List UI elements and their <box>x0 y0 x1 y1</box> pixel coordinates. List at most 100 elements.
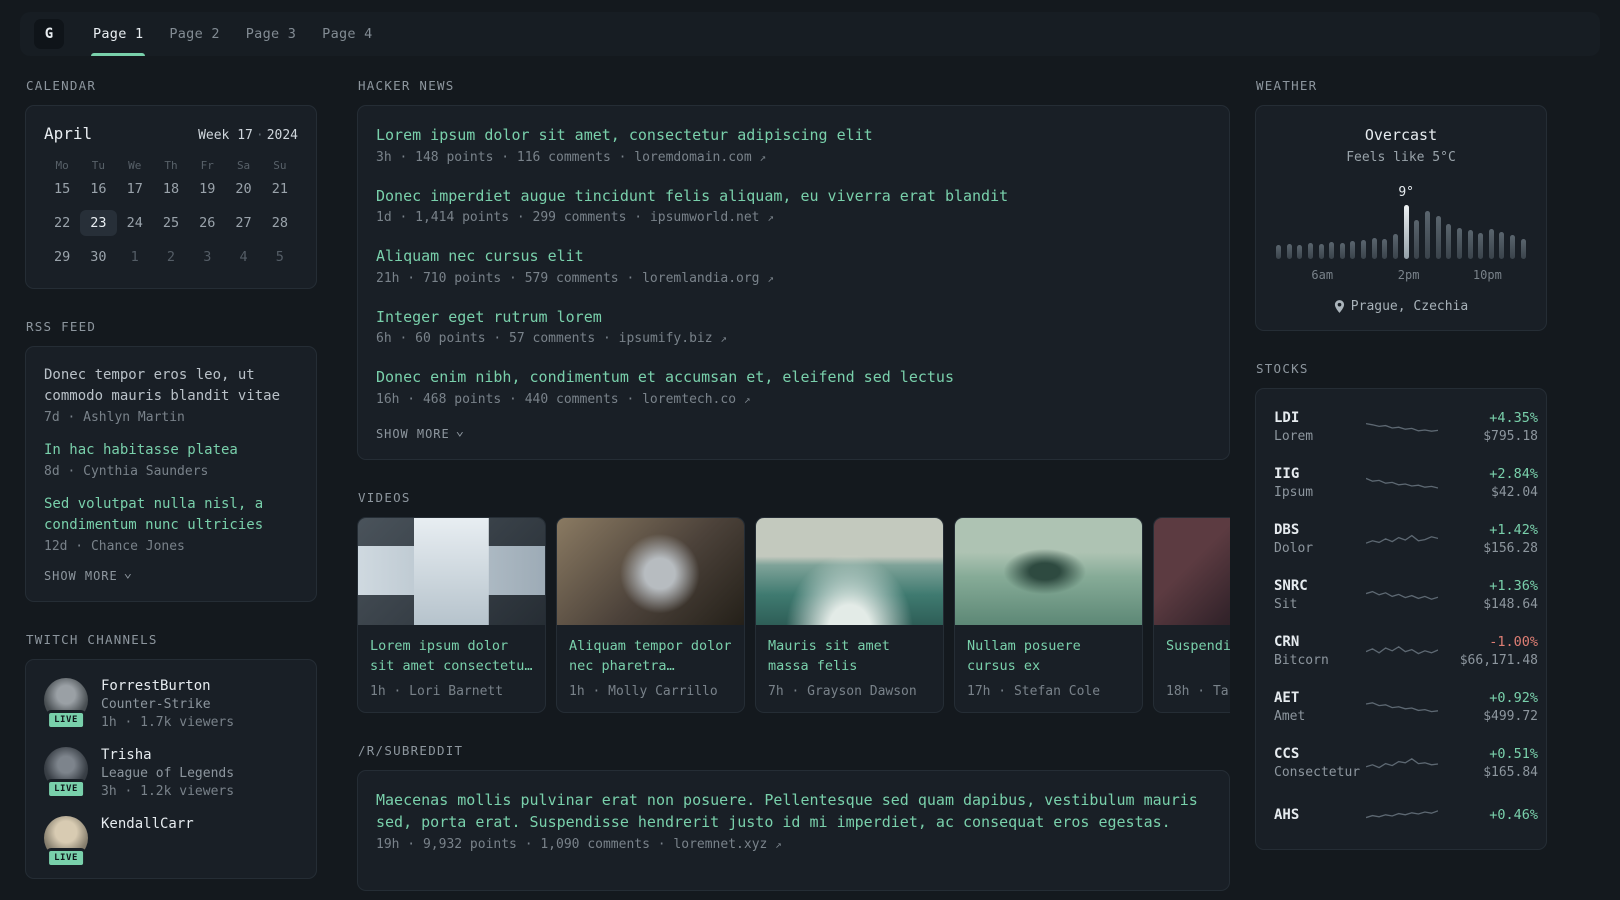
weather-hour-bar <box>1499 232 1505 259</box>
stock-change: -1.00% <box>1489 634 1538 650</box>
weather-card: Overcast Feels like 5°C 9° 6am 2pm 10pm Pr… <box>1255 105 1547 331</box>
hackernews-item-link[interactable]: Lorem ipsum dolor sit amet, consectetur … <box>376 124 1211 147</box>
weather-hour-bar <box>1297 245 1303 259</box>
stock-name: Amet <box>1274 709 1306 724</box>
subreddit-item-meta: 19h · 9,932 points · 1,090 comments · lo… <box>376 837 1211 852</box>
stock-change: +0.92% <box>1489 690 1538 706</box>
tab-page-1[interactable]: Page 1 <box>80 12 156 56</box>
hackernews-item-link[interactable]: Integer eget rutrum lorem <box>376 306 1211 329</box>
calendar-day-header: Mo <box>55 159 69 172</box>
stock-name: Sit <box>1274 597 1298 612</box>
rss-card: Donec tempor eros leo, ut commodo mauris… <box>25 346 317 602</box>
weather-widget-title: WEATHER <box>1256 78 1318 93</box>
calendar-day-header: Fr <box>200 159 214 172</box>
channel-category: League of Legends <box>101 766 235 781</box>
hackernews-item-domain-link[interactable]: ipsumify.biz ↗ <box>619 331 727 346</box>
calendar-day-header: Th <box>164 159 178 172</box>
hackernews-item-domain-link[interactable]: loremdomain.com ↗ <box>634 150 766 165</box>
subreddit-item-domain-link[interactable]: loremnet.xyz ↗ <box>673 837 781 852</box>
videos-widget-title: VIDEOS <box>358 489 411 505</box>
weather-hour-bar <box>1276 245 1281 259</box>
calendar-day: 26 <box>199 215 216 231</box>
stock-row: AHS +0.46% <box>1274 791 1538 839</box>
stock-quote: +4.35% $795.18 <box>1438 410 1538 444</box>
twitch-widget-title: TWITCH CHANNELS <box>26 632 158 647</box>
rss-show-more-label: SHOW MORE <box>44 569 118 583</box>
calendar-month: April <box>44 124 93 143</box>
hackernews-item: Integer eget rutrum lorem 6h · 60 points … <box>376 306 1211 347</box>
rss-item-meta: 12d · Chance Jones <box>44 539 185 554</box>
external-link-icon: ↗ <box>767 271 774 285</box>
subreddit-item-link[interactable]: Maecenas mollis pulvinar erat non posuer… <box>376 789 1211 834</box>
hackernews-item-meta: 6h · 60 points · 57 comments · ipsumify.… <box>376 331 1211 346</box>
twitch-channel[interactable]: LIVE ForrestBurton Counter-Strike 1h · 1.7k… <box>44 678 298 730</box>
stock-symbol: CRN <box>1274 634 1300 650</box>
video-card[interactable]: Mauris sit amet massa felis 7h · Grayson … <box>755 516 944 713</box>
twitch-channel[interactable]: LIVE KendallCarr <box>44 816 298 868</box>
stock-name: Ipsum <box>1274 485 1314 500</box>
twitch-channel[interactable]: LIVE Trisha League of Legends 3h · 1.2k vie… <box>44 747 298 799</box>
hackernews-item-link[interactable]: Donec enim nibh, condimentum et accumsan… <box>376 366 1211 389</box>
stock-id: AHS <box>1274 807 1366 823</box>
hackernews-card: Lorem ipsum dolor sit amet, consectetur … <box>357 105 1230 460</box>
calendar-day: 3 <box>203 249 212 265</box>
weather-hour-bar <box>1350 240 1356 259</box>
calendar-day: 27 <box>235 215 252 231</box>
calendar-day-header: Sa <box>236 159 251 172</box>
avatar: LIVE <box>44 816 88 868</box>
tab-page-3[interactable]: Page 3 <box>233 12 309 56</box>
video-title-link[interactable]: Suspendisse diam <box>1154 625 1230 678</box>
weather-hour-bar <box>1435 215 1441 259</box>
tab-page-2[interactable]: Page 2 <box>156 12 232 56</box>
stock-name: Consectetur <box>1274 765 1361 780</box>
stock-quote: +0.46% <box>1438 807 1538 823</box>
video-title-link[interactable]: Nullam posuere cursus ex <box>955 625 1142 678</box>
weather-condition: Overcast <box>1364 126 1438 144</box>
weather-location: Prague, Czechia <box>1350 299 1469 314</box>
stock-row: CRN Bitcorn -1.00% $66,171.48 <box>1274 623 1538 679</box>
video-title-link[interactable]: Aliquam tempor dolor nec pharetra… <box>557 625 744 678</box>
twitch-widget: TWITCH CHANNELS LIVE ForrestBurton Counter… <box>25 632 317 879</box>
stock-id: IIG Ipsum <box>1274 466 1366 500</box>
weather-hour-bar <box>1467 229 1473 259</box>
stocks-card: LDI Lorem +4.35% $795.18 IIG Ipsum +2.84% $42.0… <box>1255 388 1547 850</box>
stock-sparkline <box>1366 534 1438 544</box>
rss-item-link[interactable]: In hac habitasse platea <box>44 440 298 461</box>
video-title-link[interactable]: Lorem ipsum dolor sit amet consectetu… <box>358 625 545 678</box>
subreddit-card: Maecenas mollis pulvinar erat non posuer… <box>357 769 1230 891</box>
stock-row: SNRC Sit +1.36% $148.64 <box>1274 567 1538 623</box>
video-card[interactable]: Nullam posuere cursus ex 17h · Stefan Col… <box>954 516 1143 713</box>
hackernews-item-link[interactable]: Donec imperdiet augue tincidunt felis al… <box>376 185 1211 208</box>
hackernews-item-stats: 16h · 468 points · 440 comments · <box>376 391 643 407</box>
external-link-icon: ↗ <box>720 332 728 345</box>
stock-row: IIG Ipsum +2.84% $42.04 <box>1274 455 1538 511</box>
video-card[interactable]: Lorem ipsum dolor sit amet consectetu… 1h… <box>357 516 546 713</box>
channel-name[interactable]: Trisha <box>101 747 234 763</box>
stock-quote: +0.92% $499.72 <box>1438 690 1538 724</box>
live-badge: LIVE <box>46 710 86 730</box>
dashboard: CALENDAR April Week 17 · 2024 Mo Tu We Th Fr Sa… <box>0 56 1620 900</box>
rss-item-link[interactable]: Sed volutpat nulla nisl, a condimentum n… <box>44 494 298 536</box>
hackernews-item: Lorem ipsum dolor sit amet, consectetur … <box>376 124 1211 165</box>
hackernews-item-domain-link[interactable]: ipsumworld.net ↗ <box>650 210 774 225</box>
hackernews-item-domain-link[interactable]: loremtech.co ↗ <box>642 392 750 407</box>
hackernews-item-link[interactable]: Aliquam nec cursus elit <box>376 245 1211 268</box>
calendar-day: 5 <box>275 249 284 265</box>
hackernews-item: Aliquam nec cursus elit 21h · 710 points … <box>376 245 1211 286</box>
stock-sparkline <box>1366 702 1438 713</box>
hackernews-item-domain-link[interactable]: loremlandia.org ↗ <box>642 271 774 286</box>
hackernews-show-more-button[interactable]: SHOW MORE ⌄ <box>376 424 1211 441</box>
video-title-link[interactable]: Mauris sit amet massa felis <box>756 625 943 678</box>
video-card[interactable]: Suspendisse diam 18h · Tara <box>1153 516 1230 713</box>
video-card[interactable]: Aliquam tempor dolor nec pharetra… 1h · M… <box>556 516 745 713</box>
calendar-header: April Week 17 · 2024 <box>44 124 298 143</box>
rss-item-link[interactable]: Donec tempor eros leo, ut commodo mauris… <box>44 365 298 407</box>
rss-show-more-button[interactable]: SHOW MORE ⌄ <box>44 566 298 583</box>
channel-name[interactable]: ForrestBurton <box>101 678 234 694</box>
tab-page-4[interactable]: Page 4 <box>309 12 385 56</box>
channel-info: Trisha League of Legends 3h · 1.2k viewers <box>101 747 234 799</box>
channel-viewers: 1h · 1.7k viewers <box>101 715 235 730</box>
weather-hour-bar <box>1361 239 1367 259</box>
channel-name[interactable]: KendallCarr <box>101 816 194 832</box>
app-logo[interactable]: G <box>34 19 64 49</box>
